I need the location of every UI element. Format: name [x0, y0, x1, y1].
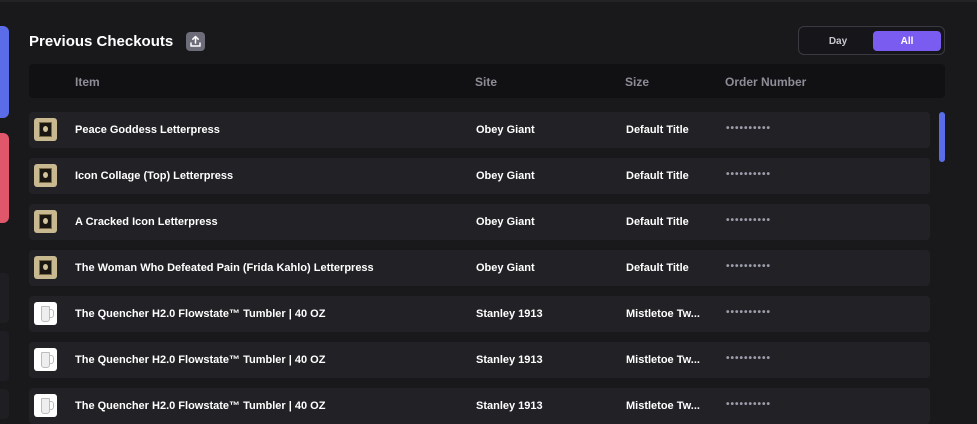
product-thumbnail: [34, 256, 57, 279]
sidebar-item[interactable]: [0, 273, 9, 323]
item-name: Peace Goddess Letterpress: [75, 124, 220, 136]
top-divider: [0, 0, 977, 2]
product-thumbnail: [34, 348, 57, 371]
table-row[interactable]: The Quencher H2.0 Flowstate™ Tumbler | 4…: [29, 342, 930, 378]
time-filter-toggle: Day All: [798, 26, 945, 55]
size-value: Default Title: [626, 216, 689, 228]
product-thumbnail: [34, 164, 57, 187]
table-row[interactable]: Icon Collage (Top) Letterpress Obey Gian…: [29, 158, 930, 194]
table-row[interactable]: A Cracked Icon Letterpress Obey Giant De…: [29, 204, 930, 240]
order-number: ••••••••••: [726, 123, 772, 134]
column-header-site[interactable]: Site: [475, 75, 497, 89]
item-name: The Quencher H2.0 Flowstate™ Tumbler | 4…: [75, 308, 326, 320]
site-name: Stanley 1913: [476, 354, 543, 366]
site-name: Obey Giant: [476, 124, 535, 136]
scrollbar-thumb[interactable]: [939, 112, 945, 162]
column-header-size[interactable]: Size: [625, 75, 649, 89]
order-number: ••••••••••: [726, 215, 772, 226]
site-name: Stanley 1913: [476, 308, 543, 320]
item-name: The Quencher H2.0 Flowstate™ Tumbler | 4…: [75, 354, 326, 366]
item-name: A Cracked Icon Letterpress: [75, 216, 218, 228]
export-button[interactable]: [186, 32, 205, 51]
order-number: ••••••••••: [726, 353, 772, 364]
product-thumbnail: [34, 118, 57, 141]
product-thumbnail: [34, 394, 57, 417]
sidebar-item[interactable]: [0, 331, 9, 381]
table-row[interactable]: The Quencher H2.0 Flowstate™ Tumbler | 4…: [29, 388, 930, 424]
sidebar-accent-red: [0, 133, 9, 223]
site-name: Obey Giant: [476, 216, 535, 228]
column-header-order-number[interactable]: Order Number: [725, 75, 806, 89]
table-row[interactable]: The Woman Who Defeated Pain (Frida Kahlo…: [29, 250, 930, 286]
order-number: ••••••••••: [726, 307, 772, 318]
item-name: The Quencher H2.0 Flowstate™ Tumbler | 4…: [75, 400, 326, 412]
sidebar-item[interactable]: [0, 389, 9, 419]
order-number: ••••••••••: [726, 169, 772, 180]
filter-all-option[interactable]: All: [873, 31, 941, 51]
column-header-item[interactable]: Item: [75, 75, 100, 89]
size-value: Default Title: [626, 170, 689, 182]
filter-day-option[interactable]: Day: [804, 31, 872, 51]
table-row[interactable]: The Quencher H2.0 Flowstate™ Tumbler | 4…: [29, 296, 930, 332]
size-value: Default Title: [626, 124, 689, 136]
site-name: Obey Giant: [476, 262, 535, 274]
size-value: Mistletoe Tw...: [626, 354, 700, 366]
scrollbar[interactable]: [938, 112, 946, 409]
table-header: Item Site Size Order Number: [29, 64, 945, 98]
order-number: ••••••••••: [726, 399, 772, 410]
sidebar-accent-blue: [0, 26, 9, 118]
order-number: ••••••••••: [726, 261, 772, 272]
upload-icon: [190, 35, 201, 47]
product-thumbnail: [34, 302, 57, 325]
table-row[interactable]: Peace Goddess Letterpress Obey Giant Def…: [29, 112, 930, 148]
size-value: Mistletoe Tw...: [626, 308, 700, 320]
item-name: The Woman Who Defeated Pain (Frida Kahlo…: [75, 262, 374, 274]
site-name: Stanley 1913: [476, 400, 543, 412]
product-thumbnail: [34, 210, 57, 233]
site-name: Obey Giant: [476, 170, 535, 182]
page-title: Previous Checkouts: [29, 33, 174, 50]
size-value: Default Title: [626, 262, 689, 274]
size-value: Mistletoe Tw...: [626, 400, 700, 412]
item-name: Icon Collage (Top) Letterpress: [75, 170, 234, 182]
